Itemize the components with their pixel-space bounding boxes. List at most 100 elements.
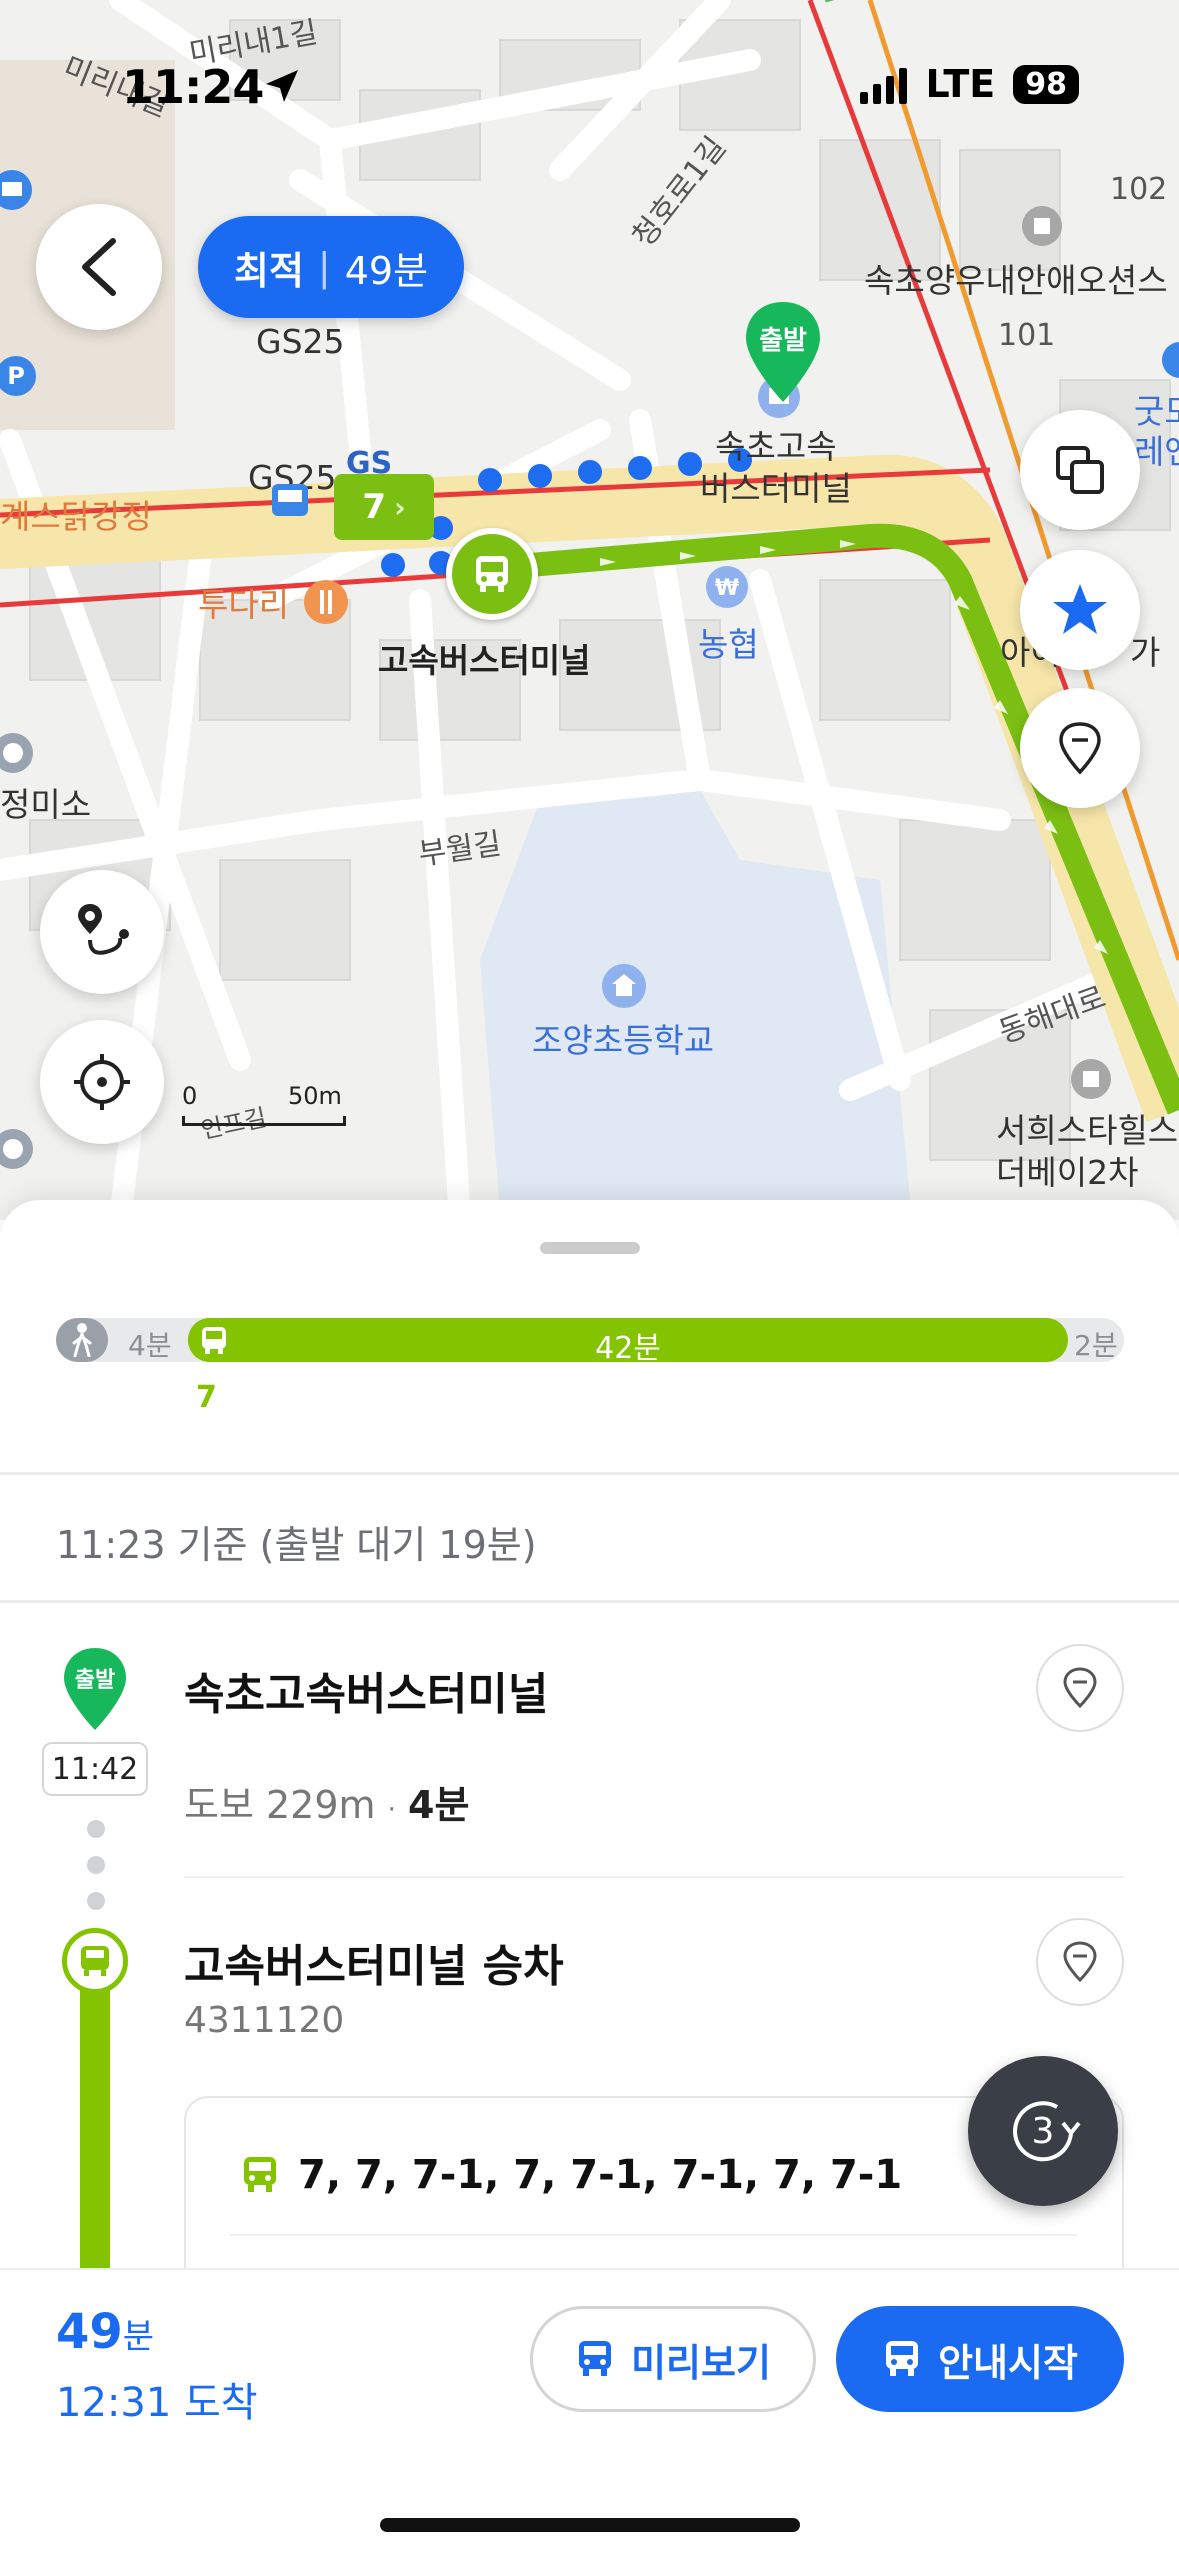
location-pin-icon [1063, 1941, 1097, 1983]
map-label-poi: 102 [1110, 172, 1168, 207]
place-icon [0, 1129, 33, 1169]
walk-icon [72, 1323, 92, 1357]
sheet-handle[interactable] [540, 1242, 640, 1254]
start-step-marker-label: 출발 [74, 1668, 116, 1693]
route-pill-divider: | [317, 245, 331, 289]
divider [230, 2234, 1078, 2236]
departure-basis-text: 11:23 기준 (출발 대기 19분) [56, 1523, 537, 1567]
timeline-bus-time: 42분 [595, 1331, 661, 1366]
place-icon [1162, 342, 1179, 378]
scale-zero: 0 [182, 1082, 198, 1110]
svg-text:P: P [7, 362, 25, 390]
divider [0, 1600, 1179, 1603]
chevron-left-icon [82, 238, 116, 296]
board-stop-node [62, 1928, 128, 1994]
preview-label: 미리보기 [631, 2340, 771, 2385]
map-label-poi: 굿모 레앤 [1134, 392, 1179, 471]
school-icon [602, 964, 646, 1008]
start-navigation-button[interactable]: 안내시작 [836, 2306, 1124, 2412]
board-locate-button[interactable] [1036, 1918, 1124, 2006]
bus-numbers: 7, 7, 7-1, 7, 7-1, 7-1, 7, 7-1 [298, 2152, 903, 2198]
walk-distance: 도보 229m [184, 1783, 376, 1827]
svg-text:₩: ₩ [715, 576, 739, 601]
route-option-pill[interactable]: 최적 | 49분 [198, 216, 465, 318]
status-time: 11:24 [122, 60, 264, 114]
bus-icon [886, 2341, 919, 2376]
building-icon [1022, 206, 1062, 246]
bus-stop-marker[interactable] [446, 528, 538, 620]
shop-icon [0, 170, 32, 210]
network-type: LTE [925, 62, 996, 106]
scale-distance: 50m [288, 1082, 342, 1110]
layers-icon [1056, 446, 1104, 494]
walk-info: 도보 229m · 4분 [184, 1774, 469, 1829]
route-timeline: 4분 42분 2분 [56, 1318, 1124, 1366]
arrival-time: 12:31 도착 [56, 2380, 258, 2426]
scale-bar [182, 1116, 346, 1126]
board-stop-id: 4311120 [184, 2000, 345, 2041]
walk-separator: · [387, 1795, 396, 1825]
bus-icon [579, 2341, 612, 2376]
start-locate-button[interactable] [1036, 1644, 1124, 1732]
walk-dot [87, 1892, 105, 1910]
walk-dot [87, 1856, 105, 1874]
home-indicator[interactable] [380, 2518, 800, 2532]
walk-duration: 4분 [408, 1783, 470, 1827]
start-step-marker: 출발 [60, 1644, 130, 1734]
map-view[interactable]: 미리내1길 미리내길 청호로1길 GS25 GS25 GS 계스닭강정 투다리 … [0, 0, 1179, 1220]
start-navigation-label: 안내시작 [938, 2340, 1078, 2385]
map-label-poi: 속초고속 버스터미널 [700, 427, 852, 508]
map-label-bus-stop: 고속버스터미널 [378, 641, 591, 680]
map-label-poi: 계스닭강정 [0, 497, 152, 536]
bus-icon [81, 1946, 109, 1976]
chevron-right-icon: › [394, 490, 406, 524]
favorite-button[interactable] [1020, 550, 1140, 670]
restaurant-icon [304, 580, 348, 624]
timeline-walk-segment [56, 1318, 108, 1362]
map-label-poi: 조양초등학교 [532, 1021, 715, 1060]
timeline-bus-number: 7 [196, 1380, 217, 1415]
timeline-walk-start-time: 4분 [128, 1329, 172, 1362]
map-label-poi: 정미소 [0, 785, 92, 824]
layers-button[interactable] [1020, 410, 1140, 530]
signal-icon [860, 64, 908, 104]
start-marker[interactable]: 출발 [742, 298, 824, 408]
board-stop-name[interactable]: 고속버스터미널 승차 [184, 1930, 564, 1994]
timeline-bus-segment: 42분 [188, 1318, 1068, 1366]
start-marker-label: 출발 [759, 326, 807, 356]
star-icon [1053, 584, 1107, 634]
preview-button[interactable]: 미리보기 [530, 2306, 816, 2412]
status-indicators: LTE 98 [860, 62, 1079, 106]
location-arrow-icon [266, 70, 298, 102]
bus-station-icon [272, 484, 308, 516]
pin-button[interactable] [1020, 688, 1140, 808]
bus-icon [244, 2157, 276, 2192]
parking-icon: P [0, 356, 36, 396]
total-duration-unit: 분 [122, 2317, 155, 2357]
start-place-name[interactable]: 속초고속버스터미널 [184, 1658, 548, 1722]
bus-number-text: 7 [362, 487, 387, 527]
bus-list-row: 7, 7, 7-1, 7, 7-1, 7-1, 7, 7-1 [240, 2152, 902, 2198]
bus-number-tag[interactable]: 7 › [334, 474, 434, 540]
refresh-button[interactable]: 3 [968, 2056, 1118, 2206]
current-location-button[interactable] [40, 1020, 164, 1144]
building-icon [1071, 1059, 1111, 1099]
map-label-poi: GS25 [256, 322, 345, 361]
bus-icon [476, 556, 508, 592]
map-label-poi: 속초양우내안애오션스 [864, 261, 1168, 300]
divider [0, 1472, 1179, 1475]
back-button[interactable] [36, 204, 162, 330]
refresh-count: 3 [1031, 2110, 1055, 2152]
place-icon [0, 733, 33, 773]
divider [184, 1876, 1124, 1878]
walk-dot [87, 1820, 105, 1838]
route-icon [78, 904, 129, 955]
total-duration-value: 49 [56, 2304, 123, 2360]
map-label-poi: 서희스타힐스 더베이2차 [996, 1111, 1179, 1192]
map-label-poi: 투다리 [198, 585, 290, 624]
map-label-poi: 101 [998, 318, 1056, 353]
bottom-action-bar: 49분 12:31 도착 미리보기 안내시작 [0, 2268, 1179, 2556]
crosshair-icon [74, 1054, 130, 1110]
map-scale: 0 50m [182, 1082, 346, 1126]
route-overview-button[interactable] [40, 870, 164, 994]
